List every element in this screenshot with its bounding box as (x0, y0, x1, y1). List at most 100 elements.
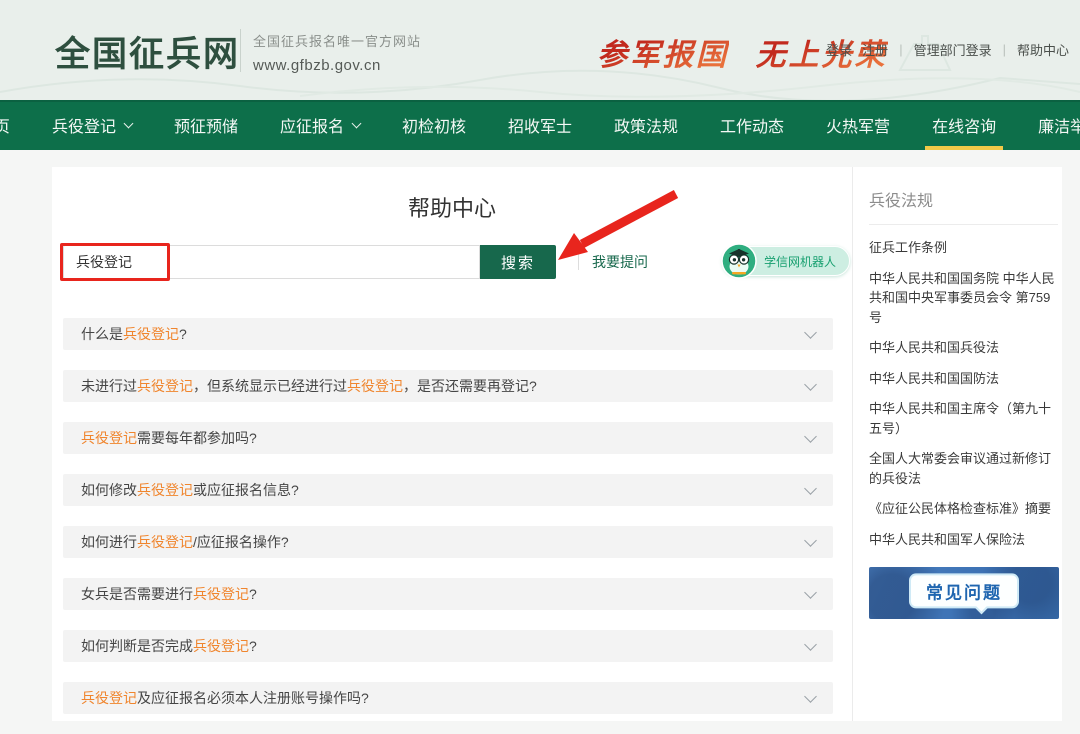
site-logo[interactable]: 全国征兵网 (55, 26, 240, 77)
faq-keyword-highlight: 兵役登记 (137, 480, 193, 500)
nav-item-online-consult[interactable]: 在线咨询 (911, 100, 1017, 150)
nav-item-label: 工作动态 (720, 113, 784, 137)
faq-keyword-highlight: 兵役登记 (123, 324, 179, 344)
logo-divider (240, 29, 241, 72)
chevron-down-icon (804, 534, 817, 547)
main-nav: 首页 兵役登记 预征预储应征报名初检初核 招收军士 政策法规 工作动态 火热军营 在线咨询廉洁… (0, 100, 1080, 150)
faq-text: 如何判断是否完成 (81, 636, 193, 656)
chevron-down-icon (124, 118, 134, 128)
header-link-separator: | (1003, 42, 1006, 57)
nav-item-nco-recruitment[interactable]: 招收军士 (487, 100, 593, 150)
faq-text: 如何进行 (81, 532, 137, 552)
sidebar: 兵役法规 征兵工作条例中华人民共和国国务院 中华人民共和国中央军事委员会令 第7… (852, 167, 1062, 721)
nav-item-home[interactable]: 首页 (0, 100, 31, 150)
sidebar-link[interactable]: 全国人大常委会审议通过新修订的兵役法 (869, 449, 1058, 488)
faq-text: 女兵是否需要进行 (81, 584, 193, 604)
chevron-down-icon (804, 690, 817, 703)
chevron-down-icon (804, 586, 817, 599)
chevron-down-icon (804, 482, 817, 495)
nav-item-label: 兵役登记 (52, 113, 116, 137)
header-link-separator: | (899, 42, 902, 57)
sidebar-link[interactable]: 中华人民共和国兵役法 (869, 338, 1058, 358)
faq-item[interactable]: 如何修改兵役登记或应征报名信息? (63, 474, 833, 506)
faq-item[interactable]: 如何判断是否完成兵役登记? (63, 630, 833, 662)
site-tagline: 全国征兵报名唯一官方网站 www.gfbzb.gov.cn (253, 31, 421, 74)
faq-keyword-highlight: 兵役登记 (137, 532, 193, 552)
nav-item-label: 政策法规 (614, 113, 678, 137)
chevron-down-icon (804, 638, 817, 651)
nav-item-label: 招收军士 (508, 113, 572, 137)
faq-item[interactable]: 兵役登记及应征报名必须本人注册账号操作吗? (63, 682, 833, 714)
faq-item[interactable]: 未进行过兵役登记，但系统显示已经进行过兵役登记，是否还需要再登记? (63, 370, 833, 402)
tagline-text: 全国征兵报名唯一官方网站 (253, 31, 421, 50)
nav-item-label: 在线咨询 (932, 113, 996, 137)
faq-banner-label: 常见问题 (926, 583, 1002, 602)
faq-text: ? (179, 326, 187, 342)
sidebar-link[interactable]: 中华人民共和国主席令（第九十五号） (869, 399, 1058, 438)
faq-text: ? (249, 638, 257, 654)
nav-item-label: 预征预储 (174, 113, 238, 137)
faq-banner[interactable]: 常见问题 (869, 567, 1059, 619)
register-link[interactable]: 注册 (862, 40, 888, 59)
nav-item-label: 初检初核 (402, 113, 466, 137)
faq-keyword-highlight: 兵役登记 (193, 636, 249, 656)
faq-text: 及应征报名必须本人注册账号操作吗? (137, 688, 369, 708)
sidebar-link[interactable]: 中华人民共和国军人保险法 (869, 530, 1058, 550)
ask-divider (578, 254, 579, 270)
nav-item-enlistment-apply[interactable]: 应征报名 (259, 100, 381, 150)
nav-item-policies[interactable]: 政策法规 (593, 100, 699, 150)
faq-keyword-highlight: 兵役登记 (193, 584, 249, 604)
login-link[interactable]: 登录 (826, 40, 852, 59)
faq-item[interactable]: 什么是兵役登记? (63, 318, 833, 350)
faq-text: ，但系统显示已经进行过 (193, 376, 347, 396)
nav-item-initial-check[interactable]: 初检初核 (381, 100, 487, 150)
page-title: 帮助中心 (52, 191, 852, 223)
faq-text: 未进行过 (81, 376, 137, 396)
site-url: www.gfbzb.gov.cn (253, 57, 421, 74)
faq-text: ，是否还需要再登记? (403, 376, 537, 396)
faq-text: ? (249, 586, 257, 602)
header-links: 登录注册 | 管理部门登录 | 帮助中心 (821, 40, 1074, 59)
robot-label: 学信网机器人 (757, 253, 849, 270)
robot-assistant-button[interactable]: 学信网机器人 (722, 246, 850, 276)
faq-keyword-highlight: 兵役登记 (81, 428, 137, 448)
slogan-left: 参军报国 (597, 39, 729, 72)
sidebar-link[interactable]: 征兵工作条例 (869, 238, 1058, 258)
main-column: 帮助中心 搜索 我要提问 (52, 167, 852, 721)
sidebar-title: 兵役法规 (869, 187, 1058, 225)
faq-item[interactable]: 兵役登记需要每年都参加吗? (63, 422, 833, 454)
sidebar-links: 征兵工作条例中华人民共和国国务院 中华人民共和国中央军事委员会令 第759号中华… (869, 238, 1058, 549)
sidebar-link[interactable]: 中华人民共和国国务院 中华人民共和国中央军事委员会令 第759号 (869, 269, 1058, 328)
faq-list: 什么是兵役登记?未进行过兵役登记，但系统显示已经进行过兵役登记，是否还需要再登记… (63, 318, 833, 734)
chevron-down-icon (804, 326, 817, 339)
faq-keyword-highlight: 兵役登记 (347, 376, 403, 396)
nav-item-work-news[interactable]: 工作动态 (699, 100, 805, 150)
faq-text: 或应征报名信息? (193, 480, 299, 500)
search-input[interactable] (63, 245, 480, 279)
nav-item-service-registration[interactable]: 兵役登记 (31, 100, 153, 150)
owl-robot-icon (721, 243, 757, 279)
faq-text: 如何修改 (81, 480, 137, 500)
faq-banner-bubble: 常见问题 (909, 573, 1019, 608)
sidebar-link[interactable]: 中华人民共和国国防法 (869, 369, 1058, 389)
faq-keyword-highlight: 兵役登记 (81, 688, 137, 708)
nav-item-military-camp[interactable]: 火热军营 (805, 100, 911, 150)
ask-question-link[interactable]: 我要提问 (592, 245, 648, 279)
faq-item[interactable]: 女兵是否需要进行兵役登记? (63, 578, 833, 610)
faq-text: /应征报名操作? (193, 532, 289, 552)
site-header: 全国征兵网 全国征兵报名唯一官方网站 www.gfbzb.gov.cn 参军报国… (0, 0, 1080, 100)
help-center-link[interactable]: 帮助中心 (1017, 40, 1069, 59)
chevron-down-icon (804, 430, 817, 443)
nav-item-pre-recruitment[interactable]: 预征预储 (153, 100, 259, 150)
faq-item[interactable]: 如何进行兵役登记/应征报名操作? (63, 526, 833, 558)
faq-text: 需要每年都参加吗? (137, 428, 257, 448)
faq-keyword-highlight: 兵役登记 (137, 376, 193, 396)
chevron-down-icon (352, 118, 362, 128)
nav-item-integrity-report[interactable]: 廉洁举报 (1017, 100, 1080, 150)
page: 全国征兵网 全国征兵报名唯一官方网站 www.gfbzb.gov.cn 参军报国… (0, 0, 1080, 721)
sidebar-link[interactable]: 《应征公民体格检查标准》摘要 (869, 499, 1058, 519)
nav-item-label: 首页 (0, 113, 10, 137)
search-button[interactable]: 搜索 (480, 245, 556, 279)
admin-login-link[interactable]: 管理部门登录 (914, 40, 992, 59)
nav-item-label: 火热军营 (826, 113, 890, 137)
